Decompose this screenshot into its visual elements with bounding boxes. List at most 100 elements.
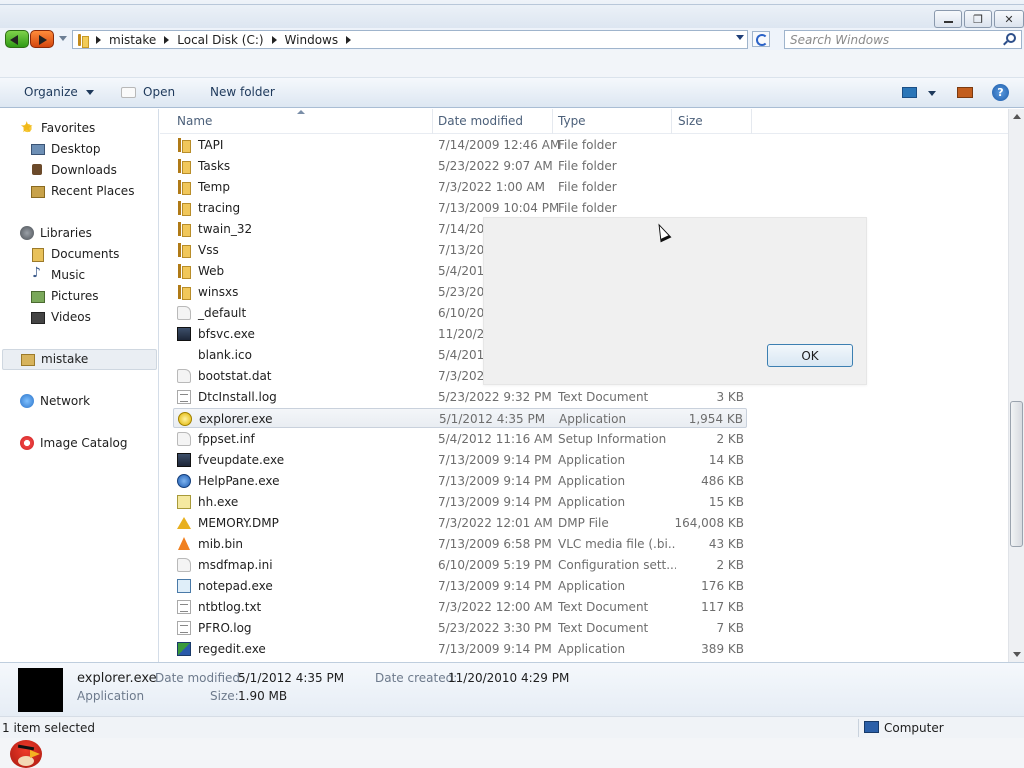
- file-row[interactable]: MEMORY.DMP 7/3/2022 12:01 AM DMP File 164,0…: [173, 513, 747, 533]
- file-type: File folder: [558, 201, 617, 215]
- breadcrumb-arrow-icon[interactable]: [346, 35, 352, 44]
- file-row[interactable]: notepad.exe 7/13/2009 9:14 PM Application 1…: [173, 576, 747, 596]
- file-name: PFRO.log: [198, 621, 252, 635]
- column-header-row: Name Date modified Type Size: [160, 109, 1008, 134]
- file-type: Application: [559, 412, 627, 426]
- text-file-icon: [177, 600, 191, 614]
- forward-button[interactable]: [30, 30, 54, 48]
- column-divider[interactable]: [671, 109, 672, 134]
- file-name: regedit.exe: [198, 642, 266, 656]
- nav-image-catalog[interactable]: Image Catalog: [20, 433, 127, 453]
- folder-icon: [177, 285, 191, 300]
- breadcrumb-arrow-icon[interactable]: [271, 35, 277, 44]
- file-row[interactable]: msdfmap.ini 6/10/2009 5:19 PM Configuratio…: [173, 555, 747, 575]
- nav-videos[interactable]: Videos: [30, 307, 91, 327]
- column-header-size[interactable]: Size: [678, 114, 703, 128]
- nav-user-folder[interactable]: mistake: [20, 349, 88, 369]
- file-list: Name Date modified Type Size TAPI 7/14/20…: [160, 109, 1008, 662]
- nav-downloads[interactable]: Downloads: [30, 160, 117, 180]
- column-header-type[interactable]: Type: [558, 114, 586, 128]
- file-type: Text Document: [558, 600, 649, 614]
- nav-network[interactable]: Network: [20, 391, 90, 411]
- refresh-button[interactable]: [752, 31, 770, 47]
- maximize-button[interactable]: ❐: [964, 10, 992, 28]
- file-size: 486 KB: [701, 474, 744, 488]
- organize-label: Organize: [24, 85, 78, 99]
- file-row[interactable]: Temp 7/3/2022 1:00 AM File folder: [173, 177, 747, 197]
- nav-image-catalog-label: Image Catalog: [40, 436, 128, 450]
- nav-music[interactable]: Music: [30, 265, 85, 285]
- scrollbar-thumb[interactable]: [1010, 401, 1023, 547]
- file-row[interactable]: Tasks 5/23/2022 9:07 AM File folder: [173, 156, 747, 176]
- search-box[interactable]: [784, 30, 1022, 49]
- ok-button[interactable]: OK: [767, 344, 853, 367]
- scroll-down-icon[interactable]: [1013, 652, 1021, 657]
- search-icon[interactable]: [1006, 33, 1016, 43]
- preview-pane-icon[interactable]: [957, 87, 973, 98]
- file-row[interactable]: fppset.inf 5/4/2012 11:16 AM Setup Informa…: [173, 429, 747, 449]
- scroll-up-icon[interactable]: [1013, 114, 1021, 119]
- organize-button[interactable]: Organize: [24, 85, 94, 99]
- column-header-date-modified[interactable]: Date modified: [438, 114, 523, 128]
- file-row[interactable]: tracing 7/13/2009 10:04 PM File folder: [173, 198, 747, 218]
- file-name: hh.exe: [198, 495, 239, 509]
- file-row[interactable]: explorer.exe 5/1/2012 4:35 PM Application 1…: [173, 408, 747, 428]
- nav-pictures[interactable]: Pictures: [30, 286, 99, 306]
- file-row[interactable]: DtcInstall.log 5/23/2022 9:32 PM Text Docu…: [173, 387, 747, 407]
- file-name: bootstat.dat: [198, 369, 272, 383]
- file-row[interactable]: TAPI 7/14/2009 12:46 AM File folder: [173, 135, 747, 155]
- minimize-button[interactable]: [934, 10, 962, 28]
- file-name: explorer.exe: [199, 412, 273, 426]
- file-date-modified: 5/23/2022 9:07 AM: [438, 159, 553, 173]
- open-button[interactable]: Open: [143, 85, 175, 99]
- new-folder-button[interactable]: New folder: [210, 85, 275, 99]
- search-input[interactable]: [785, 31, 995, 48]
- file-row[interactable]: fveupdate.exe 7/13/2009 9:14 PM Applicatio…: [173, 450, 747, 470]
- close-button[interactable]: ✕: [994, 10, 1024, 28]
- image-catalog-icon: [20, 436, 34, 450]
- file-row[interactable]: HelpPane.exe 7/13/2009 9:14 PM Application…: [173, 471, 747, 491]
- file-size: 14 KB: [708, 453, 744, 467]
- help-icon[interactable]: ?: [992, 84, 1009, 101]
- file-date-modified: 5/1/2012 4:35 PM: [439, 412, 546, 426]
- file-date-modified: 7/3/2022 1:00 AM: [438, 180, 546, 194]
- breadcrumb-local-disk[interactable]: Local Disk (C:): [177, 33, 263, 47]
- column-divider[interactable]: [751, 109, 752, 134]
- address-dropdown-icon[interactable]: [736, 35, 744, 40]
- nav-recent-places[interactable]: Recent Places: [30, 181, 134, 201]
- file-type: File folder: [558, 159, 617, 173]
- details-date-modified-value: 5/1/2012 4:35 PM: [238, 671, 345, 685]
- column-header-name[interactable]: Name: [177, 114, 212, 128]
- change-view-icon[interactable]: [902, 87, 917, 98]
- file-date-modified: 6/10/2009 5:19 PM: [438, 558, 552, 572]
- file-row[interactable]: mib.bin 7/13/2009 6:58 PM VLC media file (…: [173, 534, 747, 554]
- breadcrumb-arrow-icon[interactable]: [96, 35, 101, 44]
- file-row[interactable]: regedit.exe 7/13/2009 9:14 PM Application 3…: [173, 639, 747, 659]
- nav-documents[interactable]: Documents: [30, 244, 119, 264]
- nav-libraries[interactable]: Libraries: [20, 223, 92, 243]
- angry-bird-icon[interactable]: [6, 734, 46, 768]
- address-bar[interactable]: mistake Local Disk (C:) Windows: [72, 30, 748, 49]
- nav-pictures-label: Pictures: [51, 289, 99, 303]
- back-button[interactable]: [5, 30, 29, 48]
- file-row[interactable]: ntbtlog.txt 7/3/2022 12:00 AM Text Documen…: [173, 597, 747, 617]
- column-divider[interactable]: [552, 109, 553, 134]
- file-icon: [177, 558, 191, 572]
- view-options-dropdown[interactable]: [928, 91, 936, 96]
- file-type: Application: [558, 495, 626, 509]
- file-row[interactable]: PFRO.log 5/23/2022 3:30 PM Text Document 7 …: [173, 618, 747, 638]
- nav-favorites[interactable]: Favorites: [20, 118, 95, 138]
- file-date-modified: 5/23/2022 3:30 PM: [438, 621, 552, 635]
- recent-pages-dropdown[interactable]: [59, 36, 67, 41]
- breadcrumb-windows[interactable]: Windows: [285, 33, 339, 47]
- breadcrumb-arrow-icon[interactable]: [164, 35, 170, 44]
- videos-icon: [30, 310, 45, 324]
- file-name: fveupdate.exe: [198, 453, 285, 467]
- file-type: Text Document: [558, 390, 649, 404]
- column-divider[interactable]: [432, 109, 433, 134]
- breadcrumb-user[interactable]: mistake: [109, 33, 156, 47]
- vertical-scrollbar[interactable]: [1008, 109, 1024, 662]
- nav-desktop[interactable]: Desktop: [30, 139, 101, 159]
- file-row[interactable]: hh.exe 7/13/2009 9:14 PM Application 15 KB: [173, 492, 747, 512]
- file-size: 7 KB: [716, 621, 744, 635]
